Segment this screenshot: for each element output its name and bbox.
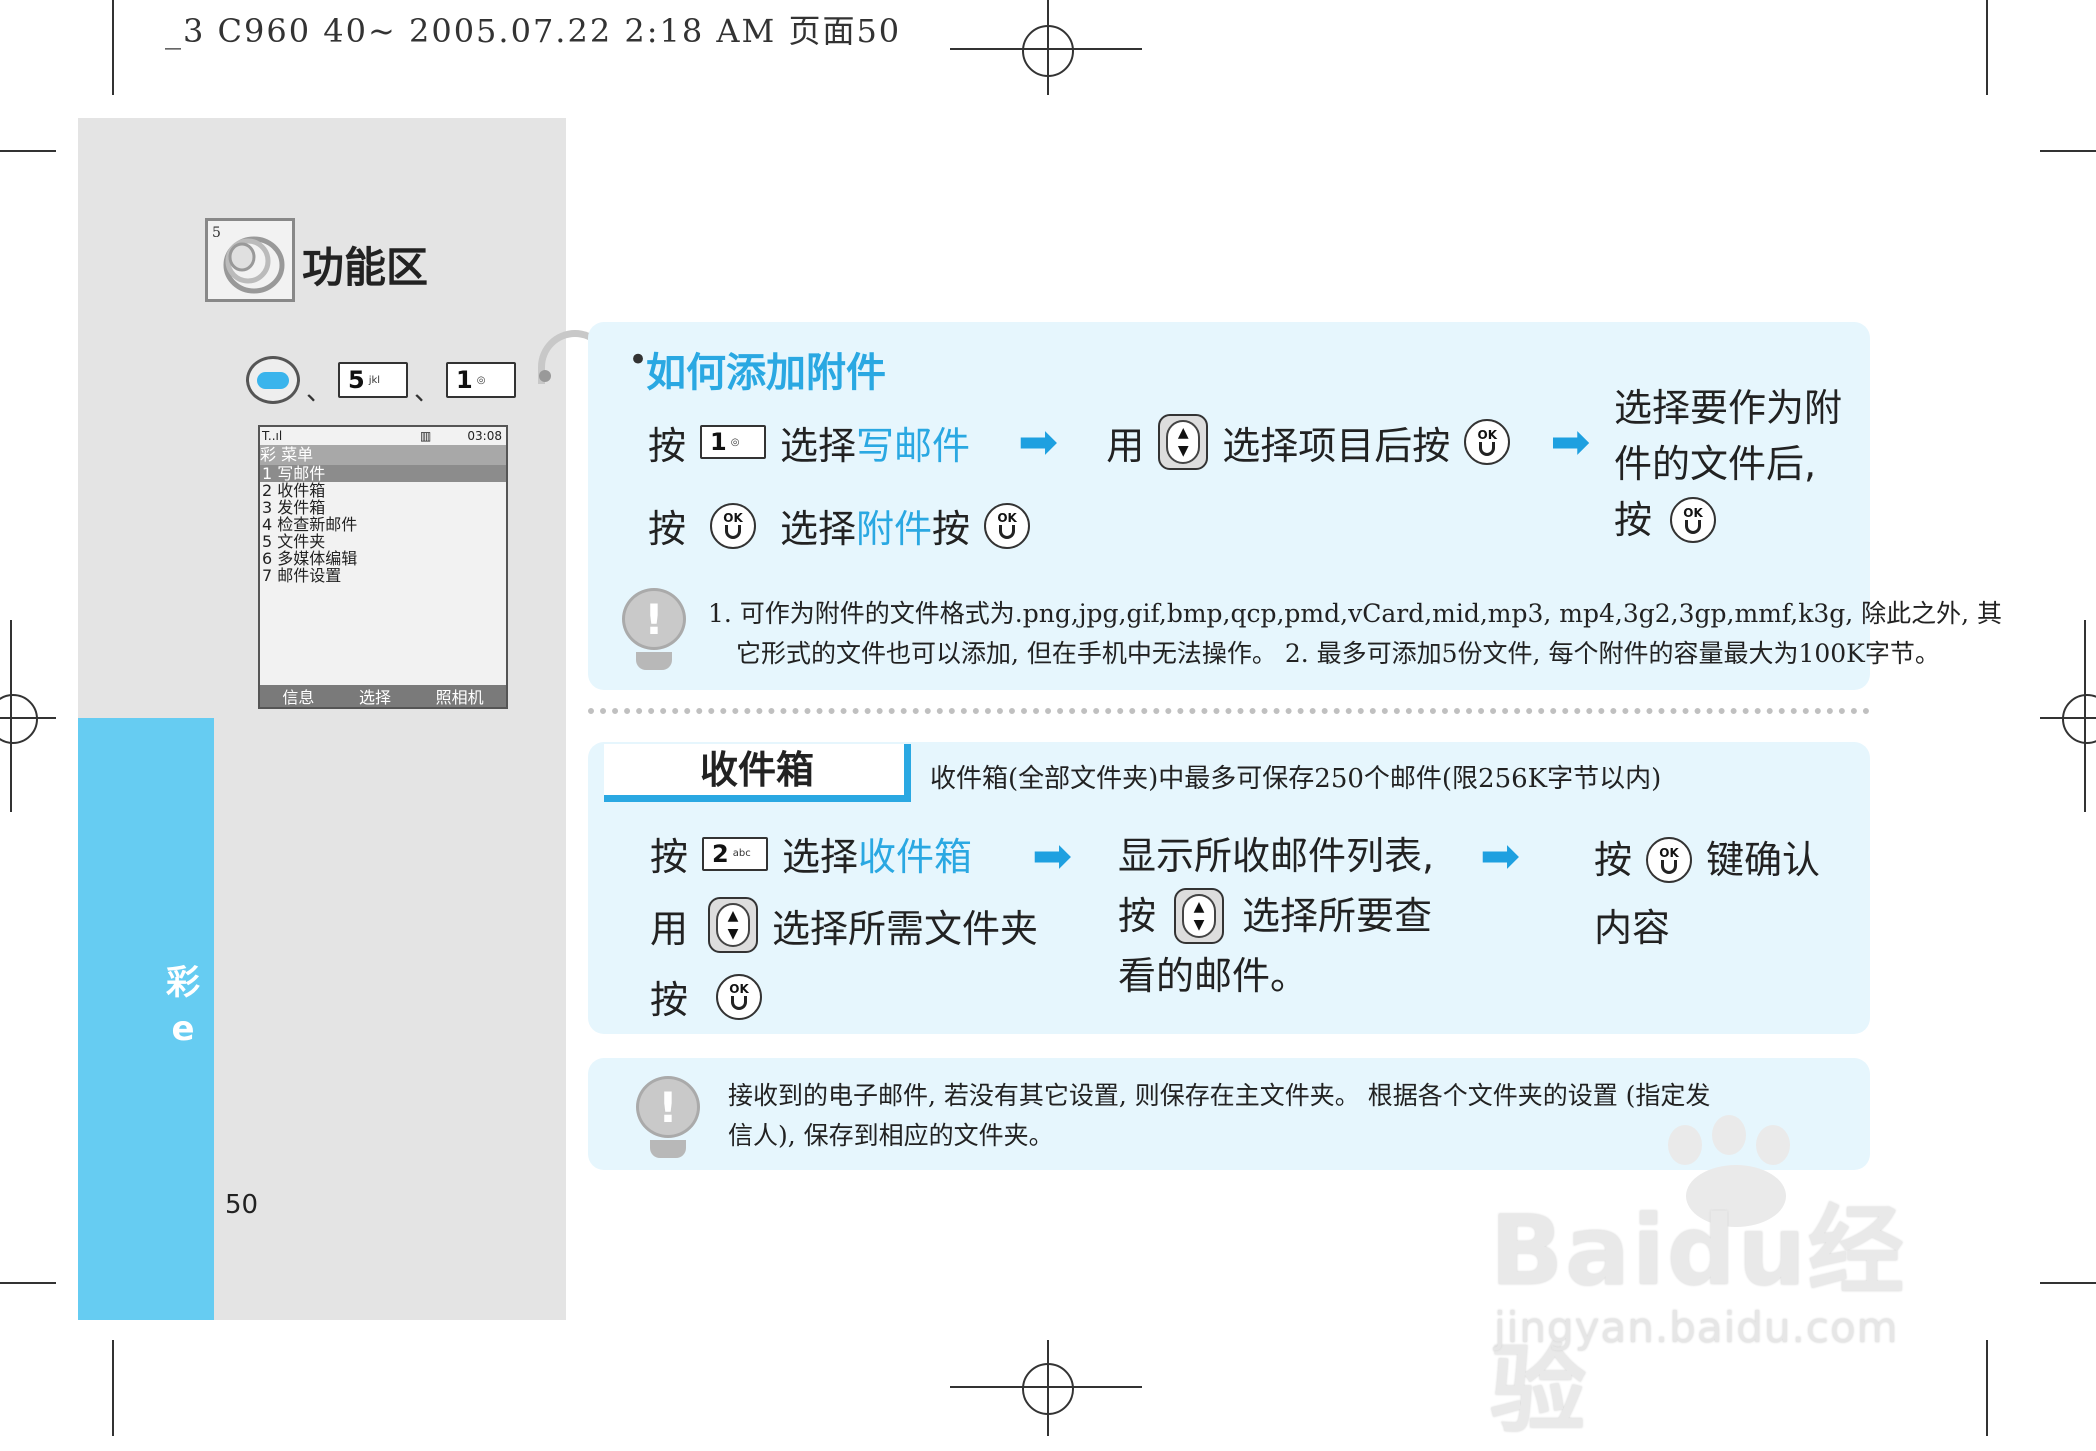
key-2-icon: 2 abc [702,836,769,871]
side-tab-label: 彩 e [166,963,200,1049]
arrow-right-icon: ➡ [1480,828,1521,884]
svg-text:5: 5 [212,225,221,241]
phone-screen: T..ıl ▥ 03:08 彩 菜单 1 写邮件 2 收件箱 3 发件箱 4 检… [258,425,508,709]
nav-key-icon: ▲ ▼ [708,897,759,953]
battery-icon: ▥ [420,429,432,443]
key-5-icon: 5 jkl [338,362,409,398]
phone-menu-item: 2 收件箱 [262,481,326,500]
inbox-title-bar [904,744,911,802]
key-1-icon: 1 ◎ [446,362,517,398]
inbox-title-tab: 收件箱 [604,744,910,802]
signal-icon: T..ıl [262,429,283,443]
phone-menu-item: 1 写邮件 [260,465,506,482]
arrow-right-icon: ➡ [1032,828,1073,884]
attach-step-right: 选择要作为附 件的文件后, 按 OK [1614,386,1843,543]
ok-key-icon: OK [710,502,757,549]
section-title: 功能区 [302,243,429,292]
watermark-url: jingyan.baidu.com [1494,1303,1899,1352]
soft-key-center: 选择 [358,688,391,707]
ok-key-icon: OK [1464,419,1511,465]
menu-key-icon [246,356,300,404]
section-icon: 5 [205,218,295,302]
inbox-step-1: 按 2 abc 选择 收件箱 用 ▲ ▼ 选择所需文件夹 按 OK [650,835,1039,1022]
soft-key-right: 照相机 [435,688,484,707]
phone-menu-item: 3 发件箱 [262,498,326,517]
key-path: 、 5 jkl 、 1 ◎ [246,352,517,408]
watermark: Baidu经验 jingyan.baidu.com [1490,1115,1970,1446]
attach-step-row-1: 按 1 ◎ 选择 写邮件 ➡ 用 ▲ ▼ 选择项目后按 OK ➡ [648,414,1591,470]
phone-status-bar: T..ıl ▥ 03:08 [260,427,506,446]
inbox-step-2: 显示所收邮件列表, 按 ▲ ▼ 选择所要查 看的邮件。 [1118,834,1435,998]
ok-key-icon: OK [716,973,763,1020]
inbox-step-3: 按 OK 键确认 内容 [1594,837,1821,950]
note-icon: ! [636,1076,700,1160]
phone-menu-title: 彩 菜单 [260,445,506,465]
phone-menu-item: 4 检查新邮件 [262,515,358,534]
arrow-right-icon: ➡ [1018,414,1059,470]
print-header: _3 C960 40~ 2005.07.22 2:18 AM 页面50 [165,12,902,50]
phone-soft-keys: 信息 选择 照相机 [260,685,506,707]
attachment-note: 1. 可作为附件的文件格式为.png,jpg,gif,bmp,qcp,pmd,v… [708,599,2003,668]
section-divider [588,708,1870,714]
attach-step-row-2: 按 OK 选择 附件按 OK [648,498,1031,553]
nav-key-icon: ▲ ▼ [1158,414,1209,470]
connector-dot [539,370,551,382]
phone-menu-item: 7 邮件设置 [262,566,342,585]
ok-key-icon: OK [1670,497,1717,543]
soft-key-left: 信息 [282,688,315,707]
nav-key-icon: ▲ ▼ [1174,888,1225,944]
ok-key-icon: OK [984,502,1031,549]
page-number: 50 [225,1190,259,1220]
ok-key-icon: OK [1646,837,1693,883]
key-1-icon: 1 ◎ [700,425,767,459]
arrow-right-icon: ➡ [1550,414,1591,470]
phone-menu-item: 6 多媒体编辑 [262,549,358,568]
phone-clock: 03:08 [467,429,502,443]
note-icon: ! [622,588,686,672]
attachment-title: 如何添加附件 [646,350,886,396]
phone-menu-item: 5 文件夹 [262,532,326,551]
inbox-subtitle: 收件箱(全部文件夹)中最多可保存250个邮件(限256K字节以内) [930,764,1662,794]
